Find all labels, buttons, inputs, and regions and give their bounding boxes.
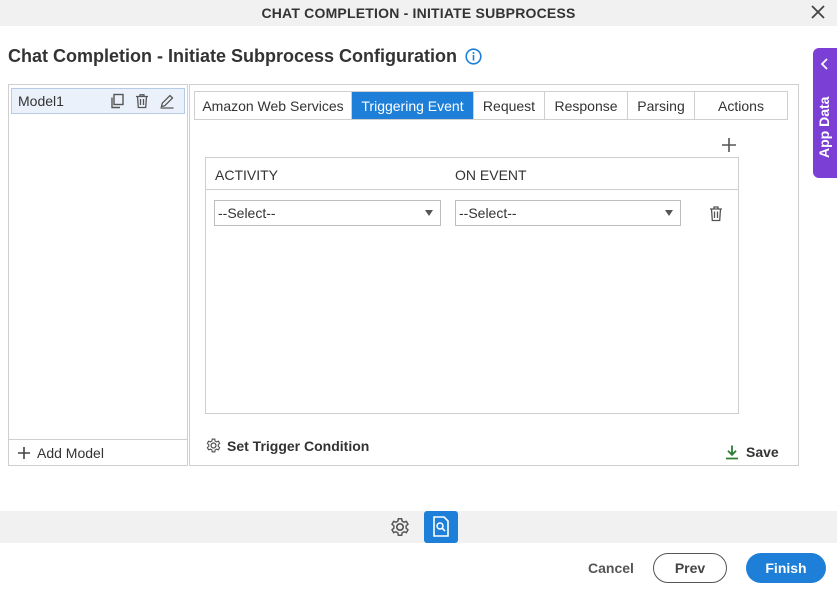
on-event-select[interactable]: --Select-- xyxy=(455,200,681,226)
set-trigger-condition-button[interactable]: Set Trigger Condition xyxy=(205,437,369,454)
grid-header: ACTIVITY ON EVENT xyxy=(206,158,738,190)
tab-bar: Amazon Web Services Triggering Event Req… xyxy=(194,91,788,120)
model-item[interactable]: Model1 xyxy=(11,88,185,114)
set-trigger-condition-label: Set Trigger Condition xyxy=(227,437,370,454)
finish-button[interactable]: Finish xyxy=(746,553,826,583)
chevron-down-icon xyxy=(425,210,433,216)
document-preview-button[interactable] xyxy=(424,511,458,543)
add-row-icon[interactable] xyxy=(721,137,737,153)
trigger-event-grid: ACTIVITY ON EVENT --Select-- --Select-- xyxy=(205,157,739,414)
on-event-select-value: --Select-- xyxy=(459,205,517,221)
tab-request[interactable]: Request xyxy=(474,92,545,119)
delete-row-icon[interactable] xyxy=(708,205,724,222)
app-data-label: App Data xyxy=(816,96,832,158)
app-data-panel-toggle[interactable]: App Data xyxy=(813,48,837,178)
info-icon[interactable] xyxy=(465,48,482,65)
cancel-button[interactable]: Cancel xyxy=(582,556,640,580)
settings-icon[interactable] xyxy=(389,516,411,538)
prev-button[interactable]: Prev xyxy=(653,553,727,583)
column-header-activity: ACTIVITY xyxy=(215,167,279,183)
tab-amazon-web-services[interactable]: Amazon Web Services xyxy=(195,92,352,119)
tab-triggering-event[interactable]: Triggering Event xyxy=(352,92,474,119)
add-model-label: Add Model xyxy=(37,444,104,461)
edit-icon[interactable] xyxy=(159,93,175,109)
document-search-icon xyxy=(433,516,449,537)
window-title-bar: CHAT COMPLETION - INITIATE SUBPROCESS xyxy=(0,0,837,26)
chevron-left-icon xyxy=(820,58,828,70)
activity-select-value: --Select-- xyxy=(218,205,276,221)
copy-icon[interactable] xyxy=(109,93,125,109)
chevron-down-icon xyxy=(665,210,673,216)
page-title-row: Chat Completion - Initiate Subprocess Co… xyxy=(8,46,482,67)
delete-icon[interactable] xyxy=(134,93,150,109)
column-header-on-event: ON EVENT xyxy=(455,167,527,183)
tab-actions[interactable]: Actions xyxy=(695,92,787,119)
window-title: CHAT COMPLETION - INITIATE SUBPROCESS xyxy=(261,5,576,21)
bottom-toolbar xyxy=(0,511,837,543)
save-label: Save xyxy=(746,444,779,460)
model-name: Model1 xyxy=(18,93,64,109)
activity-select[interactable]: --Select-- xyxy=(214,200,441,226)
download-icon xyxy=(726,445,738,460)
plus-icon xyxy=(18,446,30,459)
tab-response[interactable]: Response xyxy=(545,92,628,119)
tab-parsing[interactable]: Parsing xyxy=(628,92,695,119)
add-model-button[interactable]: Add Model xyxy=(9,439,187,465)
save-button[interactable]: Save xyxy=(724,444,779,460)
model-list-panel: Model1 Add Model xyxy=(8,84,188,466)
configuration-panel: Amazon Web Services Triggering Event Req… xyxy=(189,84,799,466)
close-icon[interactable] xyxy=(809,3,827,21)
gear-icon xyxy=(206,438,221,453)
page-title: Chat Completion - Initiate Subprocess Co… xyxy=(8,46,458,66)
